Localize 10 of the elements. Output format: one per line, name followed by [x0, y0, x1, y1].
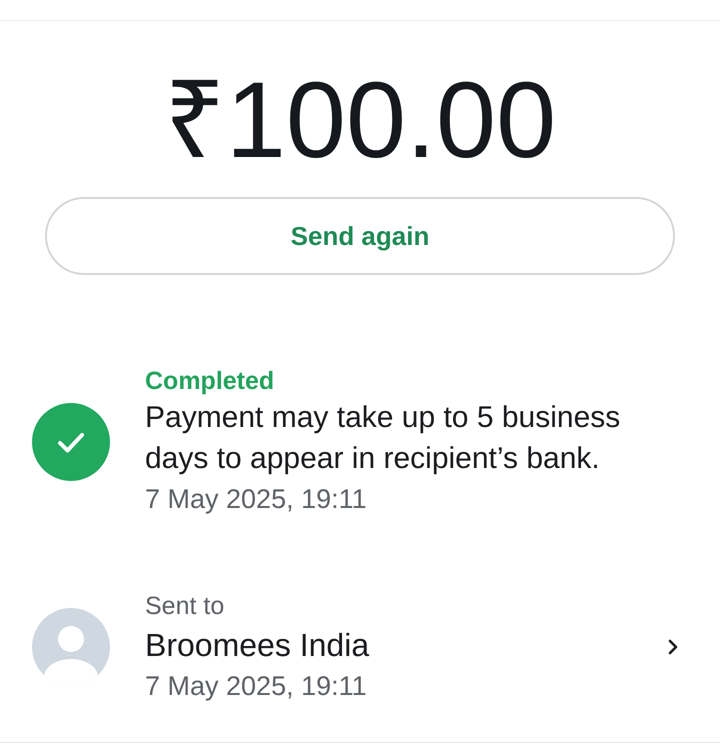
- send-again-button[interactable]: Send again: [45, 197, 675, 275]
- status-timestamp: 7 May 2025, 19:11: [145, 483, 368, 516]
- recipient-name: Broomees India: [145, 626, 370, 665]
- chevron-right-icon[interactable]: [668, 639, 678, 655]
- sent-to-label: Sent to: [145, 591, 226, 622]
- avatar-icon: [32, 608, 110, 686]
- status-label: Completed: [145, 366, 276, 397]
- recipient-timestamp: 7 May 2025, 19:11: [145, 670, 368, 703]
- amount: ₹100.00: [164, 65, 556, 175]
- status-message: Payment may take up to 5 business days to appear in recipient’s bank.: [145, 400, 622, 477]
